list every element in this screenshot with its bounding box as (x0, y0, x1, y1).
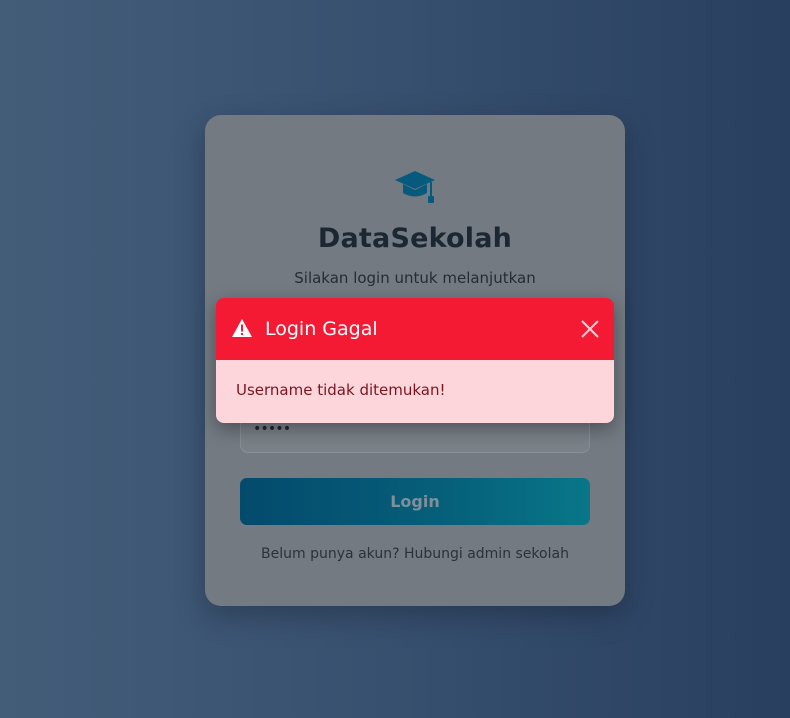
alert-header: Login Gagal (216, 298, 614, 360)
footer-text: Belum punya akun? Hubungi admin sekolah (261, 546, 569, 562)
login-button[interactable]: Login (240, 478, 590, 525)
close-icon[interactable] (581, 320, 599, 338)
error-alert: Login Gagal Username tidak ditemukan! (216, 298, 614, 423)
login-subtitle: Silakan login untuk melanjutkan (294, 269, 536, 287)
graduation-cap-icon (395, 171, 435, 203)
alert-title: Login Gagal (265, 318, 378, 340)
alert-message: Username tidak ditemukan! (216, 360, 614, 423)
warning-icon (232, 319, 252, 337)
app-title: DataSekolah (317, 223, 513, 254)
